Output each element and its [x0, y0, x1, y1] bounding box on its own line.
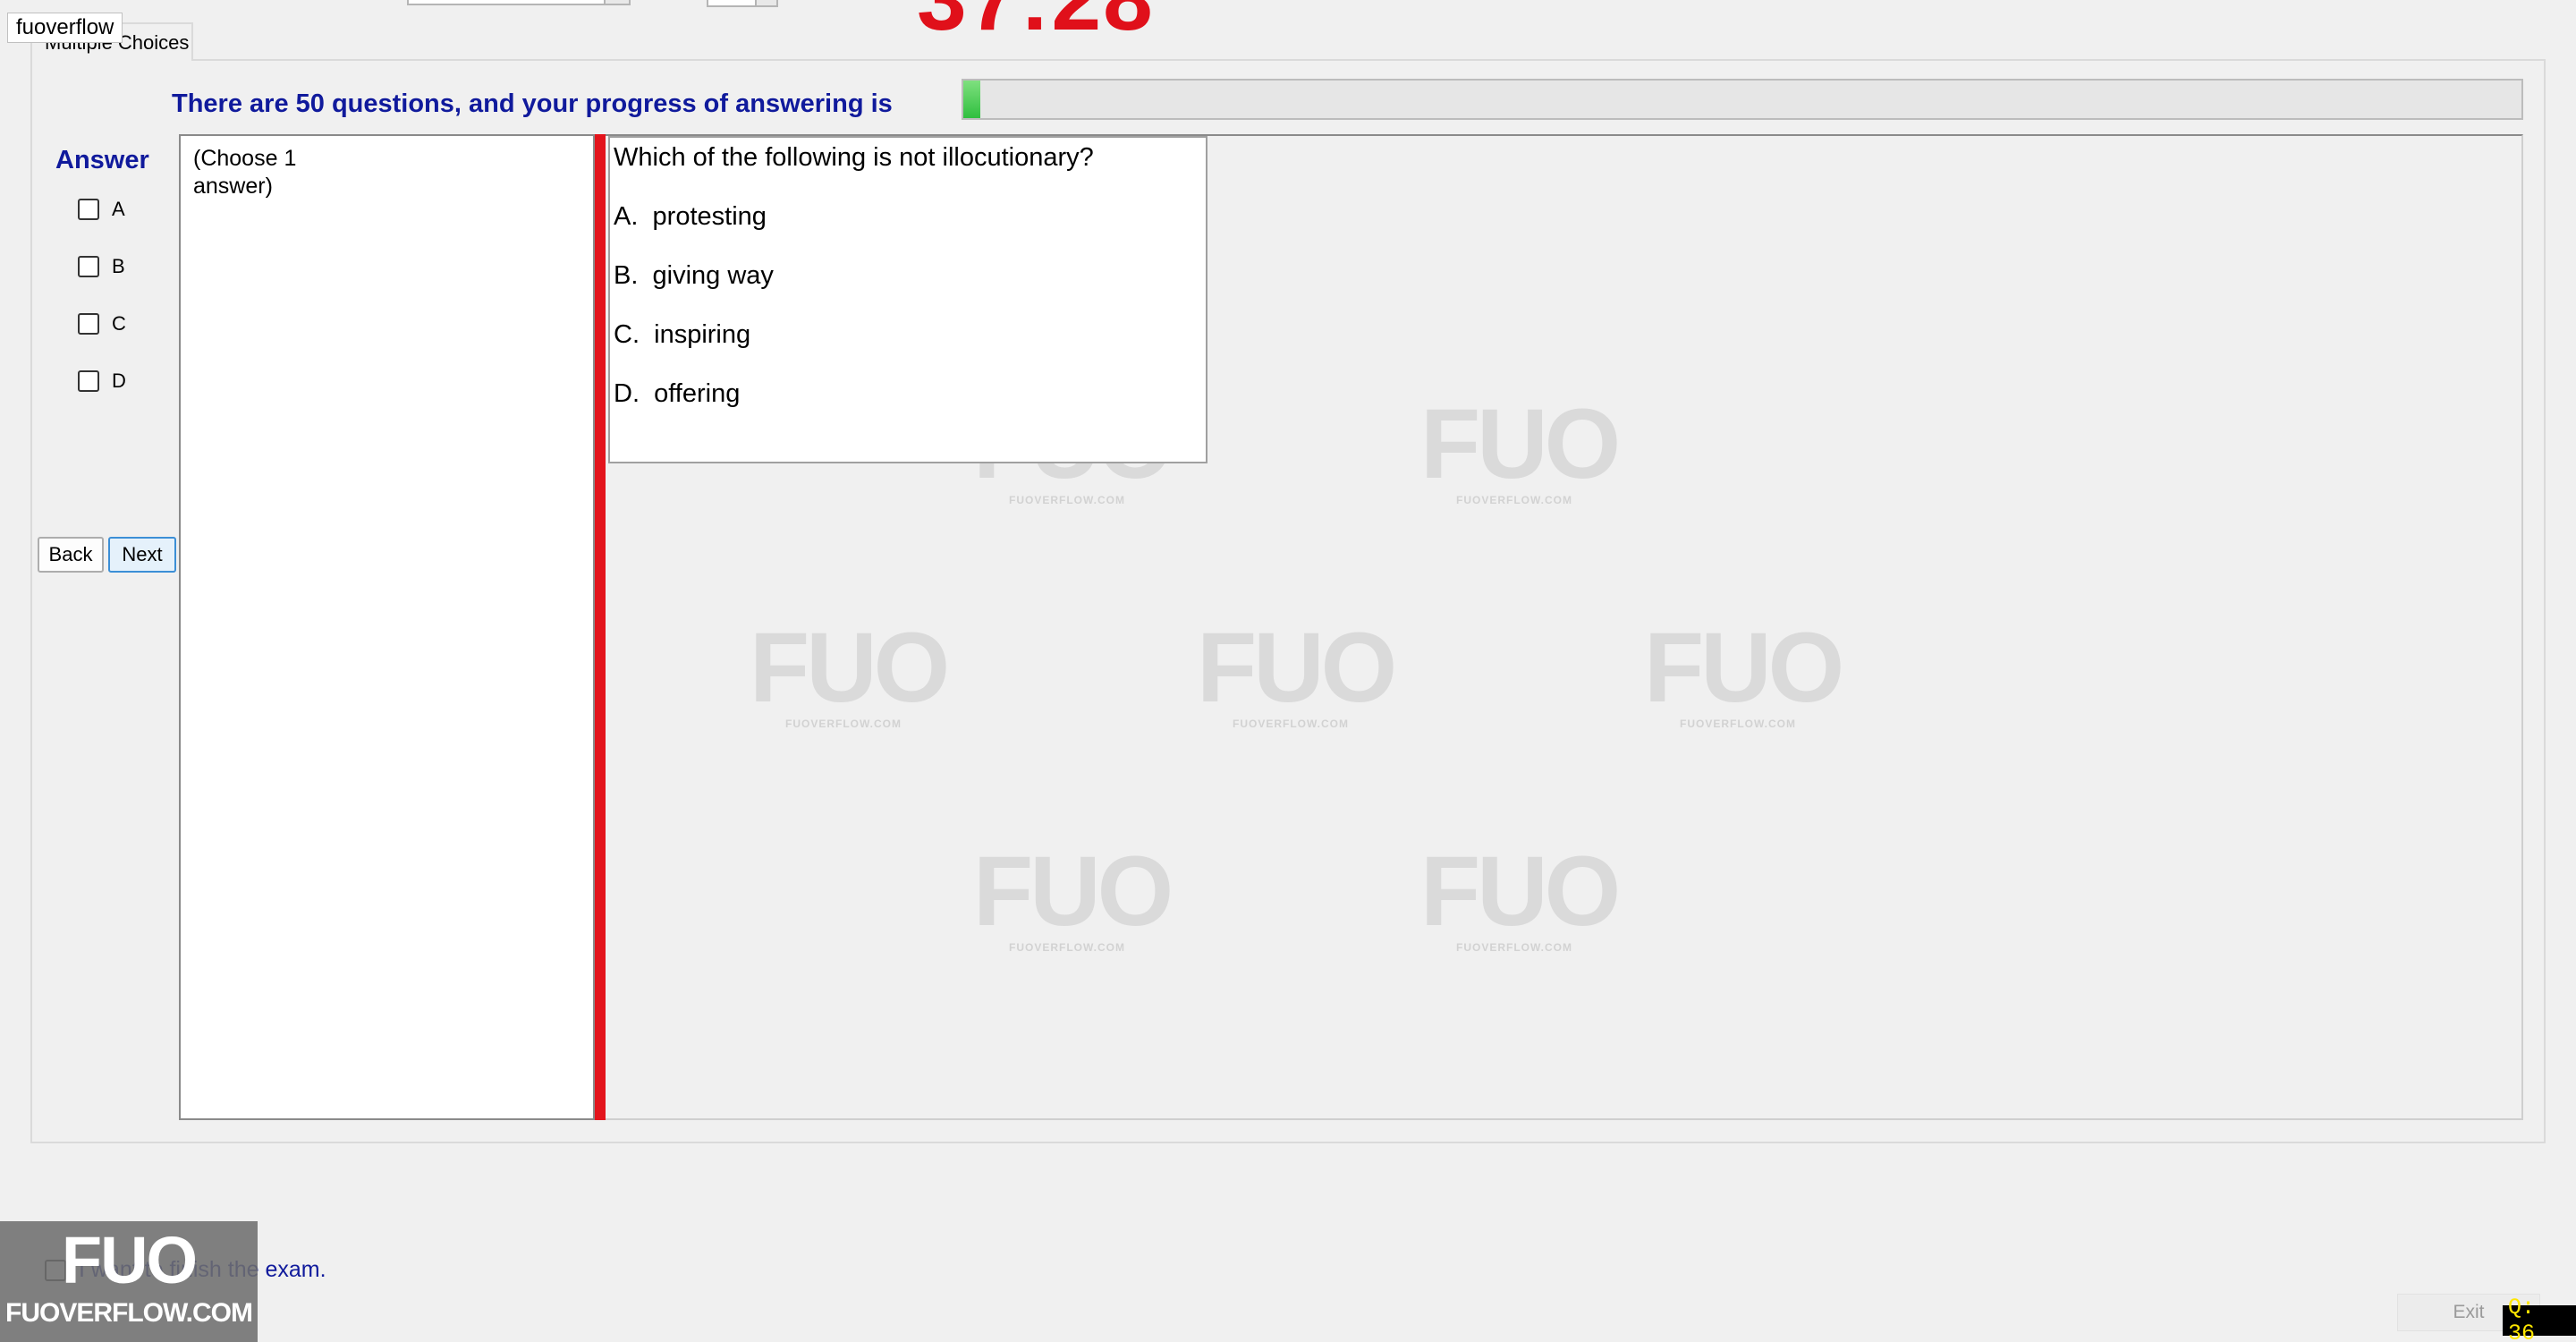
- top-dropdown[interactable]: [407, 0, 631, 5]
- question-option-a: A. protesting: [614, 202, 767, 232]
- logo-mark: FUO: [61, 1223, 198, 1297]
- option-label-d: D: [112, 369, 126, 392]
- option-letter: B.: [614, 261, 639, 290]
- option-text: giving way: [652, 261, 774, 290]
- question-text: Which of the following is not illocution…: [614, 143, 1094, 172]
- answer-option-a[interactable]: A: [78, 198, 125, 221]
- dropdown-arrow-icon: [604, 0, 629, 4]
- watermark-mark: FUO: [1420, 389, 1621, 499]
- option-letter: A.: [614, 202, 639, 231]
- watermark-label: fuoverflow: [7, 13, 123, 43]
- top-small-dropdown[interactable]: [707, 0, 778, 7]
- answer-option-d[interactable]: D: [78, 369, 126, 393]
- watermark-mark: FUO: [1197, 613, 1397, 723]
- option-letter: C.: [614, 320, 640, 349]
- watermark: FUOFUOVERFLOW.COM: [1420, 389, 1621, 507]
- option-text: offering: [654, 379, 741, 408]
- option-label-a: A: [112, 198, 125, 220]
- progress-bar: [962, 79, 2523, 120]
- watermark-mark: FUO: [750, 613, 950, 723]
- countdown-timer: 37:28: [917, 0, 1155, 51]
- question-option-d: D. offering: [614, 379, 740, 409]
- checkbox-a[interactable]: [78, 199, 99, 220]
- logo-site: FUOVERFLOW.COM: [5, 1298, 253, 1328]
- checkbox-b[interactable]: [78, 256, 99, 277]
- fuoverflow-logo: FUO FUOVERFLOW.COM: [0, 1221, 258, 1342]
- watermark-mark: FUO: [1420, 837, 1621, 947]
- question-option-b: B. giving way: [614, 261, 774, 291]
- option-label-b: B: [112, 255, 125, 277]
- watermark: FUOFUOVERFLOW.COM: [973, 837, 1174, 955]
- instruction-panel: (Choose 1 answer): [179, 134, 595, 1120]
- answer-option-c[interactable]: C: [78, 312, 126, 336]
- watermark-mark: FUO: [973, 837, 1174, 947]
- option-text: inspiring: [654, 320, 751, 349]
- watermark: FUOFUOVERFLOW.COM: [1197, 613, 1397, 731]
- watermark: FUOFUOVERFLOW.COM: [1644, 613, 1844, 731]
- watermark: FUOFUOVERFLOW.COM: [750, 613, 950, 731]
- checkbox-c[interactable]: [78, 313, 99, 335]
- checkbox-d[interactable]: [78, 370, 99, 392]
- progress-fill: [963, 81, 981, 118]
- option-letter: D.: [614, 379, 640, 408]
- option-label-c: C: [112, 312, 126, 335]
- question-box: Which of the following is not illocution…: [608, 136, 1208, 463]
- dropdown-arrow-icon: [755, 0, 776, 5]
- progress-text: There are 50 questions, and your progres…: [172, 89, 893, 118]
- panel-splitter[interactable]: [595, 134, 606, 1120]
- answer-title: Answer: [55, 146, 149, 174]
- choose-hint: (Choose 1 answer): [193, 146, 297, 199]
- next-button[interactable]: Next: [108, 537, 176, 573]
- answer-option-b[interactable]: B: [78, 255, 125, 278]
- watermark-mark: FUO: [1644, 613, 1844, 723]
- question-option-c: C. inspiring: [614, 320, 750, 350]
- watermark: FUOFUOVERFLOW.COM: [1420, 837, 1621, 955]
- option-text: protesting: [652, 202, 767, 231]
- question-counter: Q: 36: [2503, 1295, 2576, 1342]
- back-button[interactable]: Back: [38, 537, 104, 573]
